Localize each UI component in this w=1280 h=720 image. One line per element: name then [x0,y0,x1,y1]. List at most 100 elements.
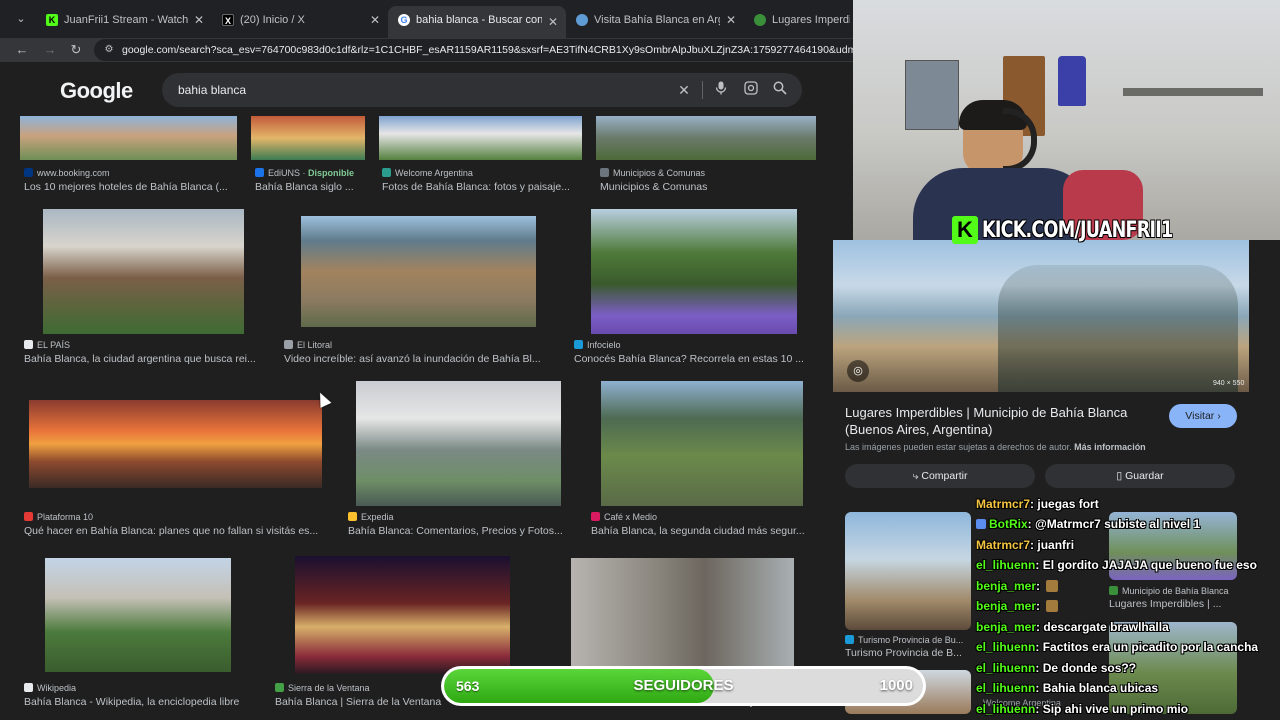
tab-title: bahia blanca - Buscar con Goo [416,14,542,26]
bot-badge-icon [976,519,986,529]
chat-message: benja_mer: [976,596,1059,616]
visit-label: Visitar [1185,410,1215,422]
site-info-icon[interactable]: ⚙ [102,43,116,57]
x-icon: X [222,14,234,26]
result-caption[interactable]: Bahía Blanca siglo ... [255,181,370,193]
result-caption[interactable]: Bahía Blanca, la ciudad argentina que bu… [24,353,264,365]
google-icon: G [398,14,410,26]
result-caption[interactable]: Bahía Blanca: Comentarios, Precios y Fot… [348,525,574,537]
webcam-overlay [853,0,1280,240]
tab-google-search[interactable]: G bahia blanca - Buscar con Goo ✕ [388,6,566,38]
result-image[interactable] [20,116,237,160]
reload-icon[interactable]: ↻ [66,40,86,60]
result-source: Wikipedia [24,683,76,693]
result-caption[interactable]: Video increíble: así avanzó la inundació… [284,353,552,365]
result-source: Infocielo [574,340,621,350]
tab-x[interactable]: X (20) Inicio / X ✕ [212,6,388,34]
tab-search-menu-icon[interactable]: ⌄ [10,9,32,29]
tab-title: JuanFrii1 Stream - Watch Live o [64,14,188,26]
copyright-notice: Las imágenes pueden estar sujetas a dere… [845,442,1146,452]
tab-visita-bahia[interactable]: Visita Bahía Blanca en Argentin ✕ [566,6,744,34]
goal-track: 563 SEGUIDORES 1000 [444,669,923,703]
close-icon[interactable]: ✕ [194,6,204,34]
preview-title[interactable]: Lugares Imperdibles | Municipio de Bahía… [845,404,1155,438]
result-image[interactable] [295,556,510,674]
related-image[interactable] [845,512,971,630]
preview-image[interactable] [833,240,1249,392]
close-icon[interactable]: ✕ [726,6,736,34]
tab-title: Visita Bahía Blanca en Argentin [594,14,720,26]
result-image[interactable] [45,558,231,672]
lens-icon[interactable]: ◎ [847,360,869,382]
emote-icon [1046,580,1059,592]
related-caption[interactable]: Turismo Provincia de B... [845,647,973,659]
microphone-icon[interactable] [711,80,731,100]
tab-kick[interactable]: K JuanFrii1 Stream - Watch Live o ✕ [36,6,212,34]
search-box[interactable]: ✕ [162,73,802,107]
kick-icon: K [46,14,58,26]
result-caption[interactable]: Bahía Blanca - Wikipedia, la enciclopedi… [24,696,264,708]
more-info-link[interactable]: Más información [1074,442,1146,452]
chat-message: el_lihuenn: Bahia blanca ubicas [976,681,1159,695]
result-caption[interactable]: Qué hacer en Bahía Blanca: planes que no… [24,525,329,537]
result-image[interactable] [591,209,797,334]
result-caption[interactable]: Fotos de Bahía Blanca: fotos y paisaje..… [382,181,582,193]
forward-arrow-icon[interactable]: → [40,40,60,60]
tab-title: Lugares Imperdibles | [772,14,850,26]
bookmark-icon: ▯ [1116,470,1126,482]
hanging-jersey [1058,56,1086,106]
camera-lens-icon[interactable] [741,80,761,100]
result-source: EL PAÍS [24,340,70,350]
globe-icon [576,14,588,26]
result-source: www.booking.com [24,168,110,178]
chat-message: BotRix: @Matrmcr7 subiste al nivel 1 [976,514,1200,534]
google-logo[interactable]: Google [60,78,133,104]
result-caption[interactable]: Bahía Blanca, la segunda ciudad más segu… [591,525,813,537]
result-image[interactable] [251,116,365,160]
chat-message: Matrmcr7: juegas fort [976,497,1099,511]
share-button[interactable]: ⤷ Compartir [845,464,1035,488]
chat-message: el_lihuenn: Factitos era un picadito por… [976,640,1259,654]
result-image[interactable] [29,400,322,488]
close-icon[interactable]: ✕ [548,6,558,38]
chat-message: benja_mer: [976,576,1059,596]
result-image[interactable] [379,116,582,160]
goal-label: SEGUIDORES [633,677,734,694]
search-input[interactable] [178,73,658,107]
result-caption[interactable]: Municipios & Comunas [600,181,816,193]
chat-message: el_lihuenn: Sip ahi vive un primo mio [976,702,1189,716]
result-image[interactable] [571,558,794,672]
result-caption[interactable]: Los 10 mejores hoteles de Bahía Blanca (… [24,181,240,193]
result-image[interactable] [596,116,816,160]
result-source: El Litoral [284,340,332,350]
result-source: Café x Medio [591,512,657,522]
kick-watermark: K KICK.COM/JUANFRII1 [952,216,1173,246]
result-caption[interactable]: Bahía Blanca | Sierra de la Ventana [275,696,455,708]
save-button[interactable]: ▯ Guardar [1045,464,1235,488]
share-label: Compartir [921,470,968,482]
result-source: Plataforma 10 [24,512,93,522]
chat-message: benja_mer: descargate brawlhalla [976,620,1169,634]
close-icon[interactable]: ✕ [370,6,380,34]
back-arrow-icon[interactable]: ← [12,40,32,60]
stream-chat-overlay: Matrmcr7: juegas fort BotRix: @Matrmcr7 … [976,494,1258,720]
clear-icon[interactable]: ✕ [674,80,694,100]
google-images-page: Google ✕ www.booking.com Los 10 mejores … [0,62,853,720]
result-caption[interactable]: Conocés Bahía Blanca? Recorrela en estas… [574,353,814,365]
screen: ⌄ K JuanFrii1 Stream - Watch Live o ✕ X … [0,0,1280,720]
result-image[interactable] [301,216,536,327]
result-image[interactable] [601,381,803,506]
result-image[interactable] [43,209,244,334]
kick-logo-icon: K [952,216,978,244]
result-source: Municipios & Comunas [600,168,705,178]
result-image[interactable] [356,381,561,506]
save-label: Guardar [1125,470,1164,482]
wall-shelf [1123,88,1263,96]
result-source: EdiUNS · Disponible [255,168,354,178]
search-icon[interactable] [770,80,790,100]
emote-icon [1046,600,1059,612]
tab-lugares[interactable]: Lugares Imperdibles | [744,6,854,34]
tab-title: (20) Inicio / X [240,14,305,26]
visit-button[interactable]: Visitar › [1169,404,1237,428]
wall-poster [905,60,959,130]
